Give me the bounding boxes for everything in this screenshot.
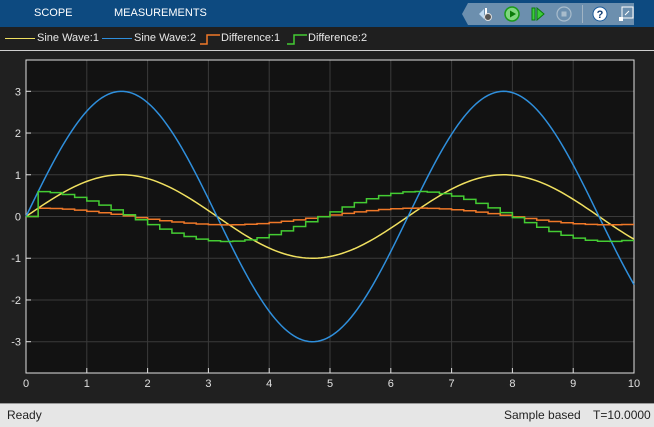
legend-line-sine-wave-1 [5, 38, 35, 39]
legend-line-sine-wave-2 [102, 38, 132, 39]
x-tick-label: 8 [509, 378, 515, 390]
x-tick-label: 3 [205, 378, 211, 390]
x-tick-label: 5 [327, 378, 333, 390]
x-tick-label: 9 [570, 378, 576, 390]
toolstrip-header: SCOPE MEASUREMENTS ? [0, 0, 654, 27]
stop-icon[interactable] [556, 6, 572, 22]
x-tick-label: 6 [388, 378, 394, 390]
x-tick-label: 4 [266, 378, 272, 390]
x-tick-label: 2 [145, 378, 151, 390]
quick-access-toolbar: ? [462, 3, 634, 25]
legend-label-difference-1[interactable]: Difference:1 [221, 32, 280, 44]
legend-stairs-difference-1 [200, 34, 220, 45]
run-icon[interactable] [504, 6, 520, 22]
legend-label-difference-2[interactable]: Difference:2 [308, 32, 367, 44]
x-tick-label: 7 [449, 378, 455, 390]
tab-scope[interactable]: SCOPE [34, 7, 73, 19]
undock-icon[interactable] [618, 6, 634, 22]
y-tick-label: 3 [15, 86, 21, 98]
legend: Sine Wave:1 Sine Wave:2 Difference:1 Dif… [0, 27, 654, 51]
scope-plot[interactable]: 0 1 2 3 4 5 6 7 8 9 103210-1-2-3 [0, 51, 654, 403]
x-tick-label: 10 [628, 378, 640, 390]
legend-stairs-difference-2 [287, 34, 307, 45]
help-icon[interactable]: ? [592, 6, 608, 22]
y-tick-label: -1 [11, 253, 21, 265]
y-tick-label: -3 [11, 337, 21, 349]
y-tick-label: 1 [15, 170, 21, 182]
status-time: T=10.0000 [593, 408, 651, 422]
x-tick-label: 1 [84, 378, 90, 390]
x-tick-label: 0 [23, 378, 29, 390]
step-forward-icon[interactable] [530, 6, 546, 22]
legend-label-sine-wave-1[interactable]: Sine Wave:1 [37, 32, 99, 44]
svg-text:?: ? [597, 9, 604, 21]
y-tick-label: 0 [15, 212, 21, 224]
y-tick-label: 2 [15, 128, 21, 140]
status-ready: Ready [7, 408, 42, 422]
y-tick-label: -2 [11, 295, 21, 307]
tab-measurements[interactable]: MEASUREMENTS [114, 7, 207, 19]
toolbar-divider [582, 5, 583, 23]
legend-label-sine-wave-2[interactable]: Sine Wave:2 [134, 32, 196, 44]
status-mode: Sample based [504, 408, 581, 422]
status-bar: Ready Sample based T=10.0000 [0, 403, 654, 427]
settings-icon[interactable] [478, 6, 494, 22]
